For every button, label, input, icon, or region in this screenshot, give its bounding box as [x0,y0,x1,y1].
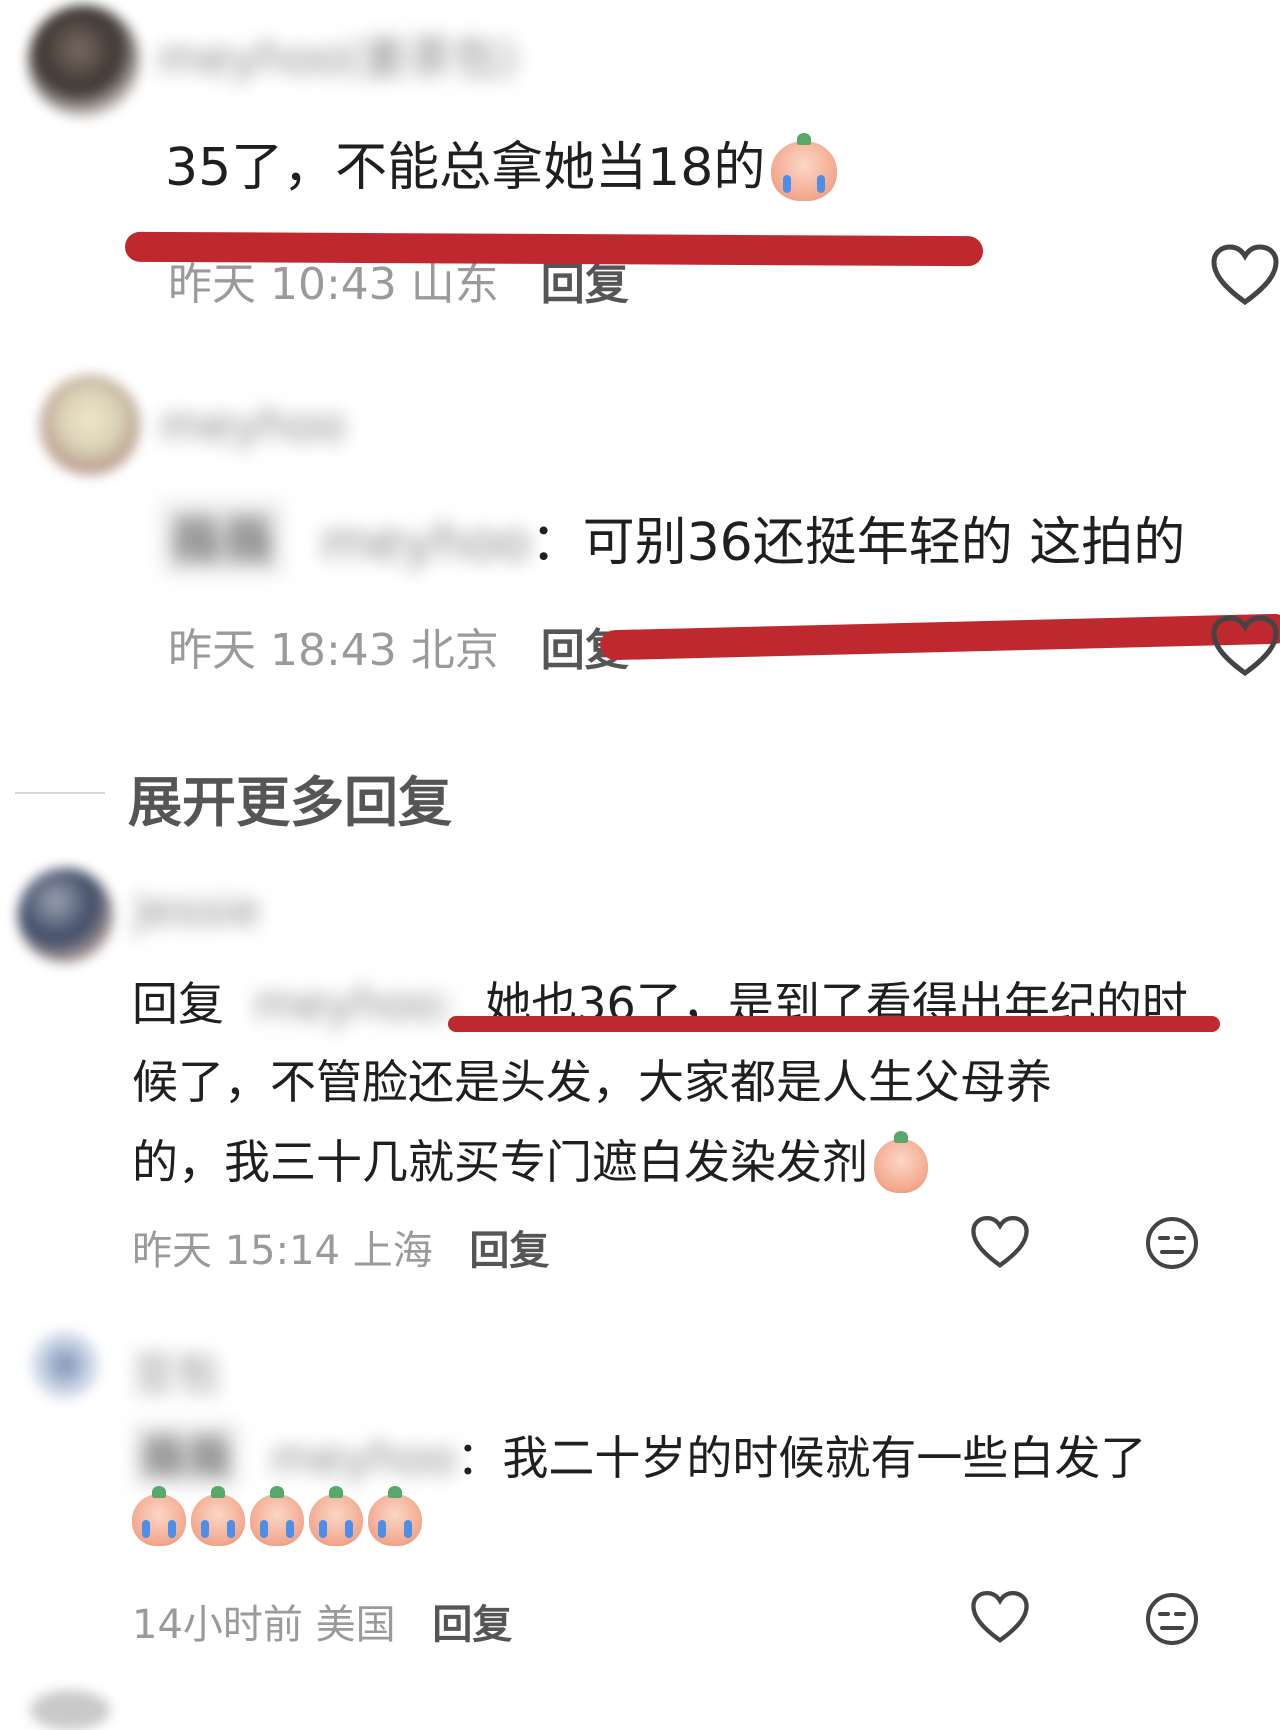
comment-text-content: 35了，不能总拿她当18的 [165,138,766,198]
emoji-reaction-icon[interactable] [1145,1592,1199,1646]
comment-time-location: 昨天 15:14 上海 [132,1228,433,1274]
comment-time-location: 14小时前 美国 [132,1602,396,1648]
comment-text-line3: 的，我三十几就买专门遮白发染发剂 [132,1135,868,1189]
crying-emoji-icon [191,1486,245,1546]
like-heart-icon[interactable] [970,1215,1030,1271]
comment-line-2: 候了，不管脸还是头发，大家都是人生父母养 [132,1055,1052,1109]
like-heart-icon[interactable] [1210,244,1280,308]
reply-button[interactable]: 回复 [469,1228,549,1274]
crying-emoji-icon [368,1486,422,1546]
emoji-row [132,1486,422,1546]
red-underline-annotation [599,613,1280,661]
screaming-emoji-icon [874,1130,928,1193]
reply-tag-user[interactable]: 薇薇 [160,500,285,575]
reply-to-user[interactable]: meyhoo [321,513,531,573]
comment-text: 35了，不能总拿她当18的 [165,125,838,201]
crying-emoji-icon [771,133,838,201]
reply-tag-user[interactable]: 薇薇 [132,1422,240,1488]
reply-colon: ： [456,1431,503,1485]
reply-text-content: 可别36还挺年轻的 这拍的 [582,513,1186,573]
comment-time-location: 昨天 10:43 山东 [168,259,499,310]
reply-username[interactable]: meyhoo [160,398,346,452]
avatar[interactable] [18,868,113,963]
avatar[interactable] [28,5,140,117]
expand-divider [15,792,105,794]
like-heart-icon[interactable] [970,1590,1030,1646]
avatar[interactable] [40,375,140,475]
crying-emoji-icon [250,1486,304,1546]
expand-more-replies[interactable]: 展开更多回复 [128,758,452,837]
comment-meta: 14小时前 美国 回复 [132,1592,512,1650]
comment-meta: 昨天 15:14 上海 回复 [132,1218,549,1276]
comment-username[interactable]: 豆包 [132,1338,220,1402]
comment-username[interactable]: Jessie [135,885,260,936]
comment-username[interactable]: meyhoo(姜茶包) [158,22,518,88]
avatar[interactable] [30,1690,110,1730]
reply-button[interactable]: 回复 [541,259,629,310]
reply-meta: 昨天 18:43 北京 回复 [168,614,629,678]
reply-colon: ： [530,513,583,573]
crying-emoji-icon [132,1486,186,1546]
red-underline-annotation [124,231,984,267]
emoji-reaction-icon[interactable] [1145,1216,1199,1270]
comment-line-3: 的，我三十几就买专门遮白发染发剂 [132,1126,928,1193]
like-heart-icon[interactable] [1210,615,1280,679]
reply-text: 薇薇 meyhoo：可别36还挺年轻的 这拍的 [160,500,1185,575]
reply-to-user[interactable]: meyhoo: [254,977,455,1031]
reply-prefix: 回复 [132,977,224,1031]
reply-button[interactable]: 回复 [432,1602,512,1648]
avatar[interactable] [30,1330,100,1400]
crying-emoji-icon [309,1486,363,1546]
comment-text: 薇薇 meyhoo：我二十岁的时候就有一些白发了 [132,1422,1146,1488]
comment-text-content: 我二十岁的时候就有一些白发了 [502,1431,1147,1485]
reply-time-location: 昨天 18:43 北京 [168,625,499,676]
red-underline-annotation [448,1016,1220,1032]
reply-to-user[interactable]: meyhoo [271,1431,457,1485]
